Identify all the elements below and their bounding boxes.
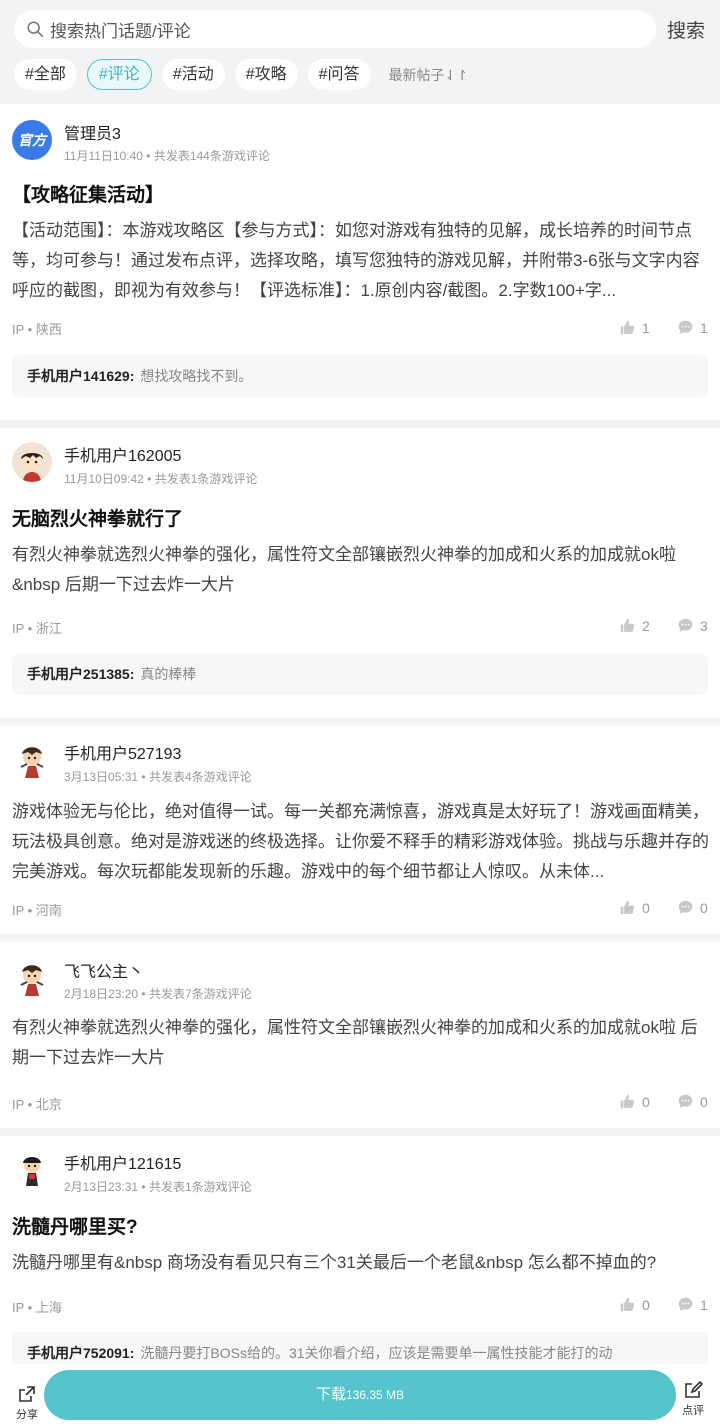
post-body: 有烈火神拳就选烈火神拳的强化，属性符文全部镶嵌烈火神拳的加成和火系的加成就ok啦… [12,545,676,594]
cartoon-avatar-icon [21,451,43,482]
top-bar: 搜索热门话题/评论 搜索 #全部 #评论 #活动 #攻略 #问答 最新帖子⇃↾ [0,0,720,104]
username[interactable]: 手机用户121615 [64,1150,181,1174]
thumbs-up-icon [620,320,634,335]
download-button[interactable]: 下载136.35 MB [44,1370,676,1420]
review-button[interactable]: 点评 [678,1380,708,1418]
comment-button[interactable]: 3 [677,617,708,634]
official-badge: 官方 [18,132,46,148]
thumbs-up-icon [620,618,634,633]
thumbs-up-icon [620,900,634,915]
username[interactable]: 管理员3 [64,120,121,144]
post-card[interactable]: 手机用户527193 3月13日05:31 • 共发表4条游戏评论 游戏体验无与… [0,726,720,934]
comment-button[interactable]: 0 [677,899,708,916]
post-body: 【活动范围】：本游戏攻略区【参与方式】：如您对游戏有独特的见解，成长培养的时间节… [12,221,700,300]
tab-all[interactable]: #全部 [14,59,77,90]
comment-button[interactable]: 1 [677,1296,708,1313]
reply-preview[interactable]: 手机用户141629: 想找攻略找不到。 [12,355,708,397]
ip-location: IP • 上海 [12,1300,62,1315]
ip-location: IP • 北京 [12,1097,62,1112]
cartoon-avatar-icon [20,965,44,996]
edit-icon [685,1380,703,1398]
post-card[interactable]: 手机用户162005 11月10日09:42 • 共发表1条游戏评论 无脑烈火神… [0,428,720,718]
ip-location: IP • 河南 [12,903,62,918]
ip-location: IP • 浙江 [12,621,62,636]
post-meta: 2月18日23:20 • 共发表7条游戏评论 [64,987,252,1001]
avatar[interactable] [12,1150,52,1190]
post-body: 有烈火神拳就选烈火神拳的强化，属性符文全部镶嵌烈火神拳的加成和火系的加成就ok啦… [12,1018,698,1067]
search-button[interactable]: 搜索 [667,16,705,43]
post-card[interactable]: 官方 管理员3 11月11日10:40 • 共发表144条游戏评论 【攻略征集活… [0,104,720,420]
cartoon-avatar-icon [23,1157,41,1186]
username[interactable]: 手机用户527193 [64,740,181,764]
search-placeholder: 搜索热门话题/评论 [50,21,191,41]
post-meta: 11月11日10:40 • 共发表144条游戏评论 [64,149,270,163]
post-title: 无脑烈火神拳就行了 [12,509,184,530]
like-button[interactable]: 1 [619,319,650,336]
post-title: 【攻略征集活动】 [12,185,165,206]
username[interactable]: 手机用户162005 [64,442,181,466]
download-label: 下载 [315,1386,346,1403]
comment-icon [678,1297,693,1311]
post-meta: 11月10日09:42 • 共发表1条游戏评论 [64,472,258,486]
tab-guides[interactable]: #攻略 [234,59,298,90]
post-body: 游戏体验无与伦比，绝对值得一试。每一关都充满惊喜，游戏真是太好玩了！游戏画面精美… [12,802,709,881]
comment-icon [678,320,693,334]
post-meta: 3月13日05:31 • 共发表4条游戏评论 [64,770,252,784]
share-button[interactable]: 分享 [12,1384,42,1422]
sort-dropdown[interactable]: 最新帖子⇃↾ [389,65,468,85]
bottom-action-bar: 分享 下载136.35 MB 点评 [0,1364,720,1427]
comment-button[interactable]: 1 [677,319,708,336]
like-button[interactable]: 0 [619,899,650,916]
comment-icon [678,900,693,914]
post-meta: 2月13日23:31 • 共发表1条游戏评论 [64,1180,252,1194]
avatar[interactable] [12,442,52,482]
search-icon [27,21,44,38]
post-title: 洗髓丹哪里买? [12,1217,138,1238]
thumbs-up-icon [620,1094,634,1109]
comment-button[interactable]: 0 [677,1093,708,1110]
username[interactable]: 飞飞公主丶 [64,958,144,982]
avatar[interactable] [12,740,52,780]
tab-reviews[interactable]: #评论 [86,59,152,90]
review-label: 点评 [682,1405,704,1417]
like-button[interactable]: 0 [619,1093,650,1110]
tab-qa[interactable]: #问答 [307,59,371,90]
cartoon-avatar-icon [20,747,44,778]
reply-preview[interactable]: 手机用户251385: 真的棒棒 [12,653,708,695]
like-button[interactable]: 0 [619,1296,650,1313]
tab-events[interactable]: #活动 [161,59,225,90]
ip-location: IP • 陕西 [12,322,62,337]
thumbs-up-icon [620,1297,634,1312]
comment-icon [678,1094,693,1108]
search-input[interactable]: 搜索热门话题/评论 [14,10,656,48]
share-icon [19,1386,35,1402]
like-button[interactable]: 2 [619,617,650,634]
download-size: 136.35 MB [345,1388,405,1402]
comment-icon [678,618,693,632]
avatar[interactable]: 官方 [12,120,52,160]
post-card[interactable]: 飞飞公主丶 2月18日23:20 • 共发表7条游戏评论 有烈火神拳就选烈火神拳… [0,942,720,1128]
avatar[interactable] [12,958,52,998]
share-label: 分享 [16,1409,38,1421]
topic-tabs: #全部 #评论 #活动 #攻略 #问答 最新帖子⇃↾ [14,59,468,90]
post-body: 洗髓丹哪里有&nbsp 商场没有看见只有三个31关最后一个老鼠&nbsp 怎么都… [12,1253,657,1272]
